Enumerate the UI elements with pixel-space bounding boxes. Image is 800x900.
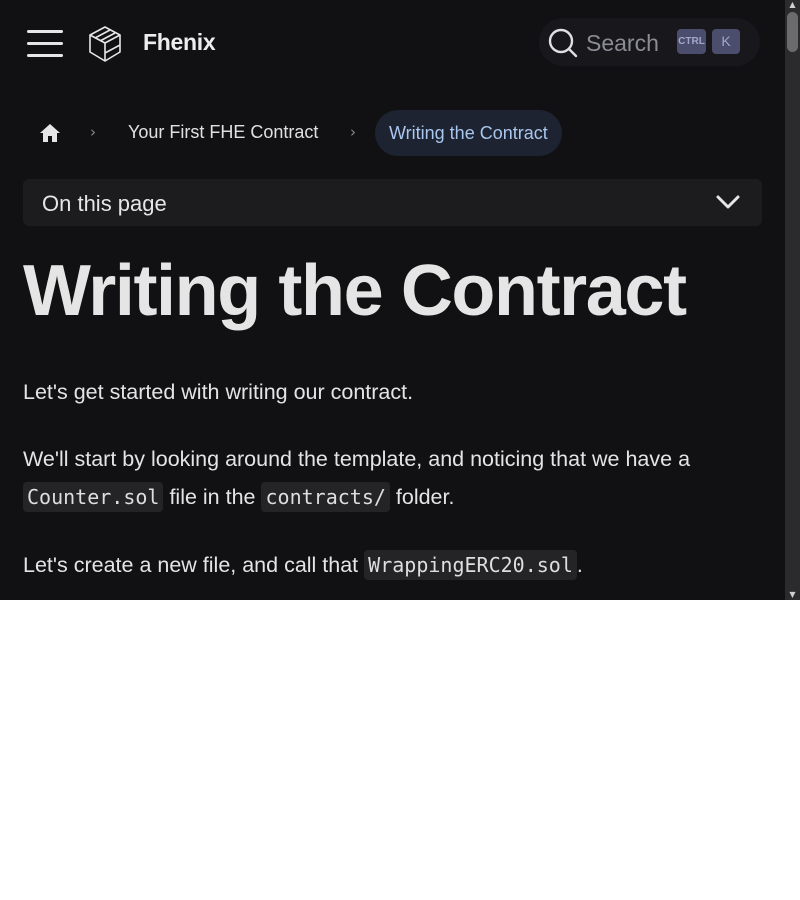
breadcrumb: › Your First FHE Contract › Writing the …: [23, 110, 583, 156]
page-title: Writing the Contract: [23, 251, 687, 331]
scrollbar-thumb[interactable]: [787, 12, 798, 52]
menu-icon-bar: [27, 54, 63, 57]
inline-code: Counter.sol: [23, 482, 164, 512]
scroll-down-arrow-icon[interactable]: ▼: [785, 590, 800, 600]
shortcut-k-key: K: [712, 29, 740, 54]
on-this-page-toggle[interactable]: On this page: [23, 179, 762, 226]
paragraph-text: folder.: [395, 485, 455, 509]
paragraph-text: file in the: [169, 485, 256, 509]
scroll-up-arrow-icon[interactable]: ▲: [785, 0, 800, 10]
breadcrumb-current[interactable]: Writing the Contract: [375, 110, 562, 156]
docs-page: Fhenix Search CTRL K › Your First FHE Co…: [0, 0, 785, 600]
paragraph-new-file: Let's create a new file, and call that W…: [23, 546, 763, 584]
search-button[interactable]: Search CTRL K: [539, 18, 760, 66]
search-icon: [548, 28, 578, 58]
paragraph-text: Let's create a new file, and call that: [23, 553, 359, 577]
chevron-right-icon: ›: [350, 123, 356, 141]
chevron-right-icon: ›: [90, 123, 96, 141]
chevron-down-icon: [716, 195, 740, 209]
fhenix-logo-icon[interactable]: [87, 25, 123, 63]
paragraph-template: We'll start by looking around the templa…: [23, 440, 763, 516]
paragraph-intro: Let's get started with writing our contr…: [23, 380, 414, 404]
inline-code: WrappingERC20.sol: [364, 550, 577, 580]
menu-icon-bar: [27, 30, 63, 33]
breadcrumb-item[interactable]: Your First FHE Contract: [128, 122, 318, 143]
menu-button[interactable]: [27, 29, 63, 59]
vertical-scrollbar[interactable]: ▲ ▼: [785, 0, 800, 600]
menu-icon-bar: [27, 42, 63, 45]
paragraph-text: .: [576, 553, 583, 577]
shortcut-ctrl-key: CTRL: [677, 29, 706, 54]
brand-name[interactable]: Fhenix: [143, 29, 216, 56]
search-label: Search: [586, 30, 659, 56]
paragraph-text: We'll start by looking around the templa…: [23, 447, 691, 471]
home-icon[interactable]: [38, 121, 62, 145]
on-this-page-label: On this page: [42, 191, 167, 216]
inline-code: contracts/: [261, 482, 390, 512]
